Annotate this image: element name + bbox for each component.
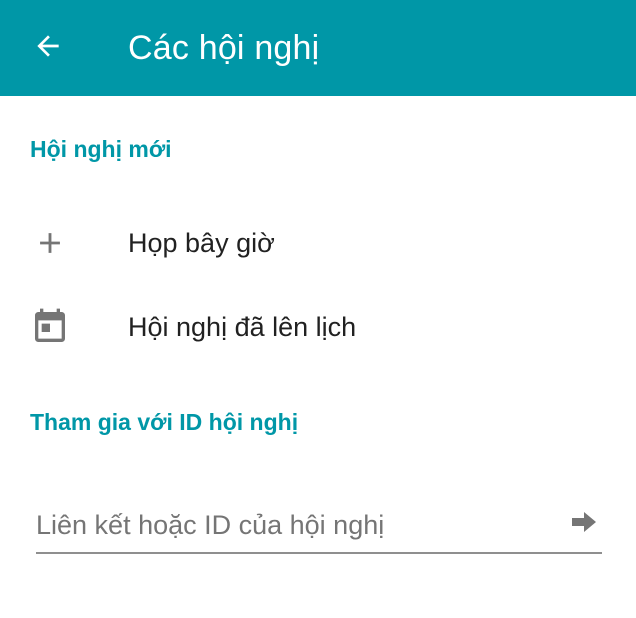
scheduled-conferences-label: Hội nghị đã lên lịch	[128, 312, 357, 342]
app-bar: Các hội nghị	[0, 0, 636, 96]
page-title: Các hội nghị	[128, 29, 320, 67]
join-submit-button[interactable]	[566, 506, 602, 542]
conference-id-input[interactable]	[36, 500, 556, 550]
arrow-forward-icon	[568, 506, 600, 543]
arrow-back-icon	[32, 30, 64, 67]
conference-id-field	[36, 500, 602, 554]
scheduled-conferences-item[interactable]: Hội nghị đã lên lịch	[0, 287, 636, 367]
new-conference-header: Hội nghị mới	[30, 136, 172, 162]
start-meeting-now-item[interactable]: Họp bây giờ	[0, 203, 636, 283]
calendar-icon	[30, 307, 70, 347]
plus-icon	[30, 223, 70, 263]
back-button[interactable]	[22, 22, 74, 74]
start-meeting-now-label: Họp bây giờ	[128, 228, 275, 258]
join-conference-header: Tham gia với ID hội nghị	[30, 409, 299, 435]
